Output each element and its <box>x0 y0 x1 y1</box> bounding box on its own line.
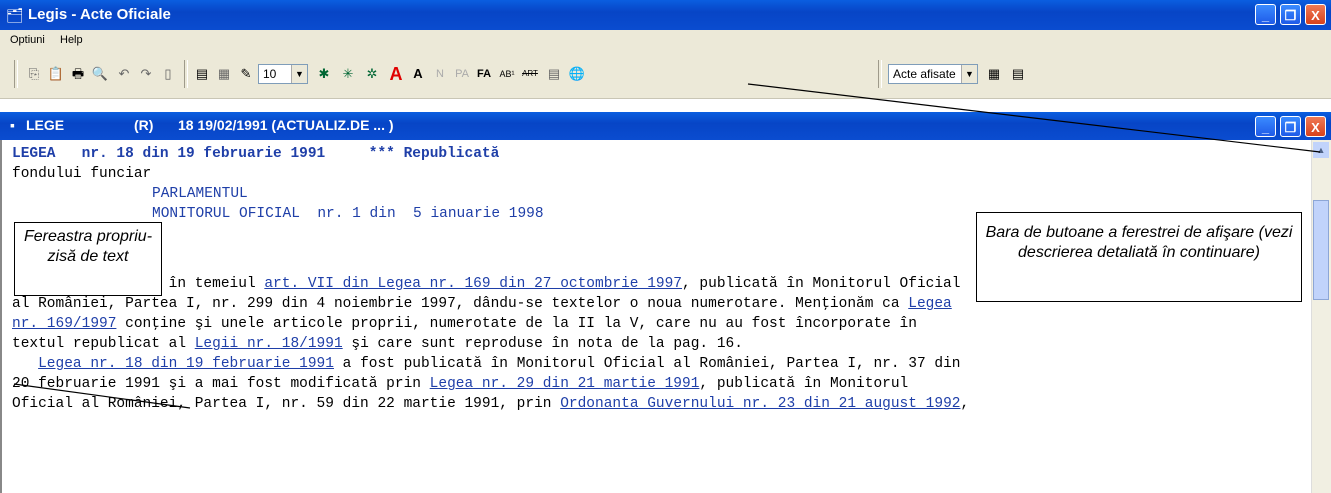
callout-leader-lines <box>13 83 1321 409</box>
text-window-leader-line <box>13 383 191 409</box>
toolbar-leader-line <box>747 83 1321 153</box>
